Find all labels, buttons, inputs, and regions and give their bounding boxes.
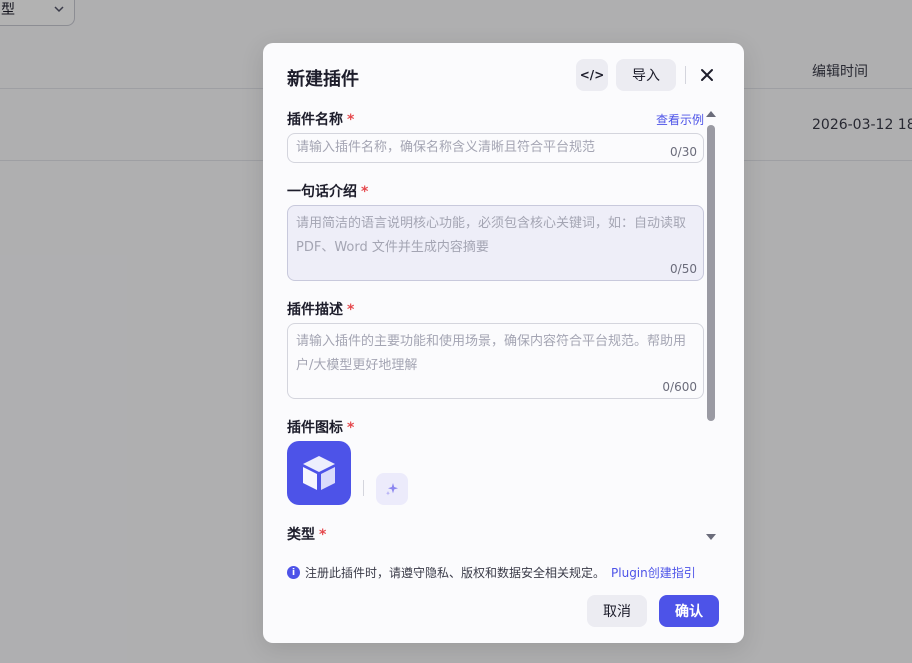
description-counter: 0/600 — [662, 380, 697, 394]
sparkle-icon — [386, 483, 398, 496]
code-view-button[interactable]: </> — [576, 59, 608, 91]
compliance-notice: i 注册此插件时，请遵守隐私、版权和数据安全相关规定。 Plugin创建指引 — [287, 564, 696, 581]
plugin-name-label: 插件名称 * — [287, 112, 355, 128]
intro-textarea[interactable]: 请用简洁的语言说明核心功能，必须包含核心关键词，如：自动读取 PDF、Word … — [287, 205, 704, 281]
intro-counter: 0/50 — [670, 262, 697, 276]
info-icon: i — [287, 566, 300, 579]
view-example-link[interactable]: 查看示例 — [656, 111, 704, 128]
plugin-name-counter: 0/30 — [670, 145, 697, 159]
required-mark: * — [319, 527, 327, 543]
intro-label: 一句话介绍 * — [287, 184, 369, 200]
confirm-button[interactable]: 确认 — [659, 595, 719, 627]
description-placeholder: 请输入插件的主要功能和使用场景，确保内容符合平台规范。帮助用户/大模型更好地理解 — [296, 334, 687, 373]
cube-icon — [303, 456, 335, 490]
modal-title: 新建插件 — [287, 69, 359, 90]
plugin-name-input[interactable]: 请输入插件名称，确保名称含义清晰且符合平台规范 0/30 — [287, 133, 704, 163]
required-mark: * — [361, 184, 369, 200]
plugin-icon-upload[interactable] — [287, 441, 351, 505]
create-plugin-modal: 新建插件 </> 导入 插件名称 * 查看示例 请输入插件名称，确保名称含义清晰且… — [263, 43, 744, 643]
scroll-up-arrow[interactable] — [706, 111, 716, 117]
close-button[interactable] — [695, 63, 719, 87]
notice-text: 注册此插件时，请遵守隐私、版权和数据安全相关规定。 — [305, 566, 606, 580]
form-scrollbar[interactable] — [707, 125, 715, 421]
header-divider — [685, 66, 686, 84]
ai-generate-icon-button[interactable] — [376, 473, 408, 505]
plugin-guide-link[interactable]: Plugin创建指引 — [611, 564, 696, 581]
description-label: 插件描述 * — [287, 302, 355, 318]
close-icon — [701, 69, 713, 81]
import-button[interactable]: 导入 — [616, 59, 676, 91]
scroll-down-arrow[interactable] — [706, 534, 716, 540]
cancel-button[interactable]: 取消 — [587, 595, 647, 627]
plugin-icon-label: 插件图标 * — [287, 420, 355, 436]
type-label: 类型 * — [287, 527, 327, 543]
intro-placeholder: 请用简洁的语言说明核心功能，必须包含核心关键词，如：自动读取 PDF、Word … — [296, 216, 687, 255]
required-mark: * — [347, 302, 355, 318]
code-icon: </> — [579, 68, 605, 82]
required-mark: * — [347, 112, 355, 128]
description-textarea[interactable]: 请输入插件的主要功能和使用场景，确保内容符合平台规范。帮助用户/大模型更好地理解… — [287, 323, 704, 399]
required-mark: * — [347, 420, 355, 436]
plugin-name-placeholder: 请输入插件名称，确保名称含义清晰且符合平台规范 — [296, 140, 596, 155]
icon-divider — [363, 480, 364, 496]
